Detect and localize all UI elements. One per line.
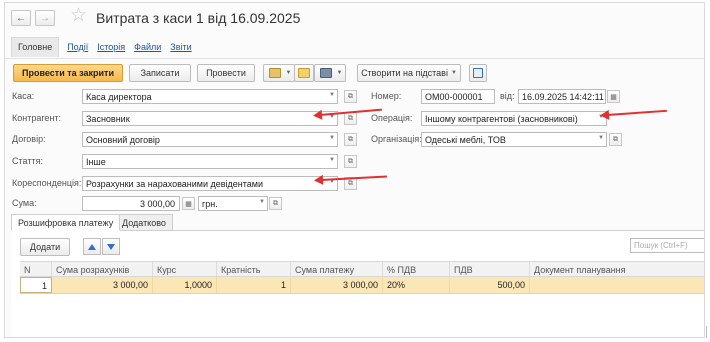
open-icon[interactable]: ⧉: [609, 133, 622, 146]
save-button[interactable]: Записати: [129, 64, 191, 82]
column-header[interactable]: Документ планування: [530, 262, 704, 276]
page-edge-mark: [706, 326, 709, 338]
dropdown-icon: ▼: [336, 70, 343, 76]
column-header[interactable]: Кратність: [217, 262, 291, 276]
table-cell[interactable]: 3 000,00: [52, 277, 153, 293]
post-and-close-button[interactable]: Провести та закрити: [13, 64, 123, 82]
back-button[interactable]: ←: [11, 10, 31, 26]
cashbox-field[interactable]: Каса директора: [82, 89, 338, 104]
operation-label: Операція:: [371, 113, 413, 123]
title-bar: ← → ☆ Витрата з каси 1 від 16.09.2025: [5, 3, 704, 33]
number-field[interactable]: ОМ00-000001: [421, 89, 495, 104]
dropdown-icon: ▼: [285, 70, 292, 76]
table-search-input[interactable]: Пошук (Ctrl+F): [630, 238, 704, 253]
table-cell[interactable]: 1: [20, 277, 52, 293]
table-cell[interactable]: 500,00: [450, 277, 530, 293]
date-label: від:: [500, 91, 515, 101]
calculator-icon[interactable]: ▦: [182, 197, 195, 210]
open-icon[interactable]: ⧉: [344, 112, 357, 125]
sum-field[interactable]: 3 000,00: [82, 196, 180, 211]
print-button[interactable]: ▼: [314, 64, 346, 82]
open-icon[interactable]: ⧉: [344, 133, 357, 146]
article-field[interactable]: Інше: [82, 154, 338, 169]
post-button[interactable]: Провести: [197, 64, 255, 82]
open-icon[interactable]: ⧉: [344, 90, 357, 103]
table-cell[interactable]: 1,0000: [153, 277, 217, 293]
forward-arrow-icon: →: [40, 12, 50, 24]
column-header[interactable]: Курс: [153, 262, 217, 276]
forward-button[interactable]: →: [35, 10, 55, 26]
dropdown-icon[interactable]: ▼: [329, 92, 335, 98]
window-title: Витрата з каси 1 від 16.09.2025: [96, 10, 301, 26]
counterparty-field[interactable]: Засновник: [82, 111, 338, 126]
table-empty-area: [20, 294, 704, 334]
printer-icon: [319, 68, 332, 78]
organization-field[interactable]: Одеські меблі, ТОВ: [421, 132, 607, 147]
move-down-button[interactable]: [102, 238, 120, 255]
number-label: Номер:: [371, 91, 402, 101]
add-row-button[interactable]: Додати: [20, 238, 70, 256]
document-icon: [268, 68, 281, 78]
menu-item-history[interactable]: Історія: [97, 42, 125, 52]
document-window: ← → ☆ Витрата з каси 1 від 16.09.2025 Го…: [4, 2, 705, 338]
open-icon[interactable]: ⧉: [344, 155, 357, 168]
cashbox-label: Каса:: [12, 91, 35, 101]
tab-additional[interactable]: Додатково: [115, 214, 173, 231]
move-down-icon: [107, 243, 115, 250]
table-cell[interactable]: 3 000,00: [291, 277, 383, 293]
table-header: N Сума розрахунків Курс Кратність Сума п…: [20, 261, 704, 277]
dropdown-icon[interactable]: ▼: [598, 135, 604, 141]
table-cell[interactable]: 20%: [383, 277, 450, 293]
dropdown-icon[interactable]: ▼: [329, 157, 335, 163]
open-icon[interactable]: ⧉: [269, 197, 282, 210]
dropdown-icon[interactable]: ▼: [329, 135, 335, 141]
email-button[interactable]: [294, 64, 314, 82]
article-label: Стаття:: [12, 156, 43, 166]
dropdown-icon: ▼: [450, 70, 457, 76]
date-field[interactable]: 16.09.2025 14:42:11: [518, 89, 606, 104]
annotation-arrow-operation: [606, 109, 667, 116]
create-based-on-button[interactable]: Створити на підставі ▼: [357, 64, 461, 82]
table-cell[interactable]: [530, 277, 704, 293]
tab-payment-breakdown[interactable]: Розшифровка платежу: [11, 214, 121, 231]
calendar-icon[interactable]: ▦: [607, 90, 620, 103]
contract-field[interactable]: Основний договір: [82, 132, 338, 147]
dropdown-icon[interactable]: ▼: [259, 199, 265, 205]
table-cell[interactable]: 1: [217, 277, 291, 293]
move-up-button[interactable]: [83, 238, 101, 255]
menu-item-main[interactable]: Головне: [11, 37, 60, 57]
payment-breakdown-table: N Сума розрахунків Курс Кратність Сума п…: [20, 261, 704, 334]
document-menu-button[interactable]: ▼: [263, 64, 295, 82]
column-header[interactable]: ПДВ: [450, 262, 530, 276]
back-arrow-icon: ←: [16, 12, 26, 24]
table-row[interactable]: 1 3 000,00 1,0000 1 3 000,00 20% 500,00: [20, 277, 704, 294]
organization-label: Організація:: [371, 134, 422, 144]
menu-item-files[interactable]: Файли: [134, 42, 161, 52]
menu-item-events[interactable]: Події: [67, 42, 88, 52]
column-header[interactable]: Сума платежу: [291, 262, 383, 276]
star-icon[interactable]: ☆: [70, 6, 87, 26]
email-icon: [298, 68, 310, 78]
correspondence-field[interactable]: Розрахунки за нарахованими девідентами: [82, 176, 338, 191]
section-menu: Головне Події Історія Файли Звіти: [11, 36, 201, 58]
operation-field[interactable]: Іншому контрагентові (засновникові): [421, 111, 607, 126]
table-structure-icon: [473, 68, 483, 78]
correspondence-label: Кореспонденція:: [12, 178, 82, 188]
counterparty-label: Контрагент:: [12, 113, 62, 123]
column-header[interactable]: N: [20, 262, 52, 276]
menu-item-reports[interactable]: Звіти: [170, 42, 191, 52]
column-header[interactable]: Сума розрахунків: [52, 262, 153, 276]
column-header[interactable]: % ПДВ: [383, 262, 450, 276]
menu-divider: [5, 58, 704, 59]
currency-field[interactable]: грн.: [198, 196, 268, 211]
structure-button[interactable]: [469, 64, 487, 82]
move-up-icon: [88, 243, 96, 250]
contract-label: Договір:: [12, 134, 46, 144]
sum-label: Сума:: [12, 198, 37, 208]
